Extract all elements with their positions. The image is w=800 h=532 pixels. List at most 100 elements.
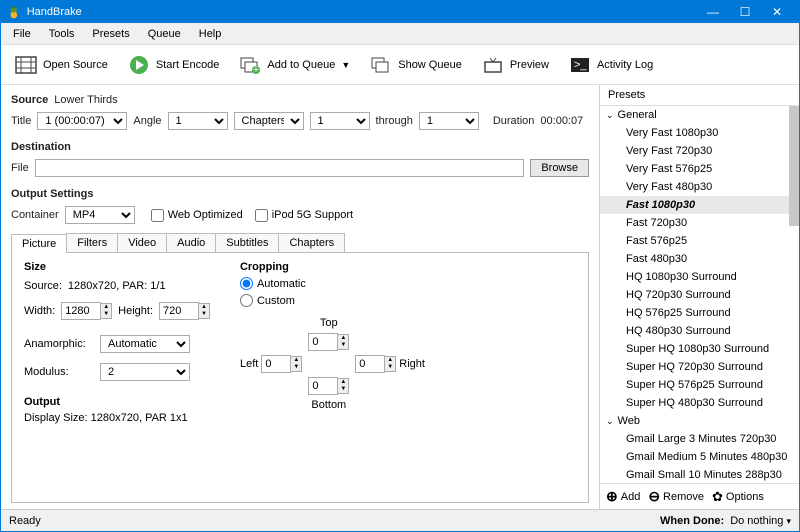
title-select[interactable]: 1 (00:00:07) bbox=[37, 112, 127, 130]
show-queue-button[interactable]: Show Queue bbox=[362, 51, 470, 79]
preview-label: Preview bbox=[510, 59, 549, 71]
web-optimized-checkbox[interactable]: Web Optimized bbox=[151, 209, 243, 222]
width-spinner[interactable]: ▲▼ bbox=[101, 303, 112, 319]
preset-item[interactable]: Very Fast 1080p30 bbox=[600, 124, 799, 142]
scrollbar-thumb[interactable] bbox=[789, 106, 799, 226]
presets-list[interactable]: ⌄GeneralVery Fast 1080p30Very Fast 720p3… bbox=[600, 106, 799, 483]
anamorphic-select[interactable]: Automatic bbox=[100, 335, 190, 353]
crop-automatic-radio[interactable]: Automatic bbox=[240, 277, 425, 290]
preset-item[interactable]: Fast 576p25 bbox=[600, 232, 799, 250]
file-label: File bbox=[11, 162, 29, 174]
crop-right-input[interactable] bbox=[355, 355, 385, 373]
preset-remove-button[interactable]: ⊖Remove bbox=[648, 488, 704, 505]
tab-audio[interactable]: Audio bbox=[166, 233, 216, 252]
preset-item[interactable]: Gmail Medium 5 Minutes 480p30 bbox=[600, 448, 799, 466]
queue-add-icon: + bbox=[239, 55, 261, 75]
menu-file[interactable]: File bbox=[5, 26, 39, 42]
add-to-queue-label: Add to Queue bbox=[267, 59, 335, 71]
preset-item[interactable]: Very Fast 480p30 bbox=[600, 178, 799, 196]
destination-label: Destination bbox=[11, 141, 71, 153]
crop-right-spinner[interactable]: ▲▼ bbox=[385, 356, 396, 372]
modulus-label: Modulus: bbox=[24, 366, 94, 378]
container-label: Container bbox=[11, 209, 59, 221]
start-encode-button[interactable]: Start Encode bbox=[120, 51, 228, 79]
preset-item[interactable]: Super HQ 480p30 Surround bbox=[600, 394, 799, 412]
tab-video[interactable]: Video bbox=[117, 233, 167, 252]
activity-log-button[interactable]: >_ Activity Log bbox=[561, 51, 661, 79]
preset-item[interactable]: Fast 480p30 bbox=[600, 250, 799, 268]
source-label: Source bbox=[11, 94, 48, 106]
preset-item[interactable]: HQ 1080p30 Surround bbox=[600, 268, 799, 286]
height-spinner[interactable]: ▲▼ bbox=[199, 303, 210, 319]
preset-item[interactable]: Fast 720p30 bbox=[600, 214, 799, 232]
show-queue-label: Show Queue bbox=[398, 59, 462, 71]
crop-left-spinner[interactable]: ▲▼ bbox=[291, 356, 302, 372]
when-done-label: When Done: bbox=[660, 515, 724, 527]
maximize-button[interactable]: ☐ bbox=[729, 5, 761, 19]
chevron-down-icon: ▾ bbox=[786, 516, 791, 526]
width-label: Width: bbox=[24, 305, 55, 317]
tab-chapters[interactable]: Chapters bbox=[278, 233, 345, 252]
duration-label: Duration bbox=[493, 115, 535, 127]
plus-icon: ⊕ bbox=[606, 488, 618, 505]
menu-tools[interactable]: Tools bbox=[41, 26, 83, 42]
crop-bottom-input[interactable] bbox=[308, 377, 338, 395]
crop-left-input[interactable] bbox=[261, 355, 291, 373]
chapter-to-select[interactable]: 1 bbox=[419, 112, 479, 130]
preset-item[interactable]: HQ 576p25 Surround bbox=[600, 304, 799, 322]
tab-picture[interactable]: Picture bbox=[11, 234, 67, 253]
tab-subtitles[interactable]: Subtitles bbox=[215, 233, 279, 252]
container-select[interactable]: MP4 bbox=[65, 206, 135, 224]
menu-help[interactable]: Help bbox=[191, 26, 230, 42]
angle-select[interactable]: 1 bbox=[168, 112, 228, 130]
ipod-checkbox[interactable]: iPod 5G Support bbox=[255, 209, 353, 222]
output-heading: Output bbox=[24, 396, 210, 408]
modulus-select[interactable]: 2 bbox=[100, 363, 190, 381]
menu-queue[interactable]: Queue bbox=[140, 26, 189, 42]
width-input[interactable] bbox=[61, 302, 101, 320]
chapter-from-select[interactable]: 1 bbox=[310, 112, 370, 130]
file-input[interactable] bbox=[35, 159, 525, 177]
presets-heading: Presets bbox=[600, 85, 799, 106]
preset-item[interactable]: HQ 720p30 Surround bbox=[600, 286, 799, 304]
crop-bottom-spinner[interactable]: ▲▼ bbox=[338, 378, 349, 394]
height-input[interactable] bbox=[159, 302, 199, 320]
crop-top-input[interactable] bbox=[308, 333, 338, 351]
minimize-button[interactable]: — bbox=[697, 5, 729, 19]
preset-item[interactable]: Super HQ 576p25 Surround bbox=[600, 376, 799, 394]
crop-custom-radio[interactable]: Custom bbox=[240, 294, 425, 307]
preset-item[interactable]: Gmail Large 3 Minutes 720p30 bbox=[600, 430, 799, 448]
activity-log-label: Activity Log bbox=[597, 59, 653, 71]
add-to-queue-button[interactable]: + Add to Queue ▼ bbox=[231, 51, 358, 79]
preset-item[interactable]: Fast 1080p30 bbox=[600, 196, 799, 214]
menu-presets[interactable]: Presets bbox=[84, 26, 137, 42]
presets-footer: ⊕Add ⊖Remove ✿Options bbox=[600, 483, 799, 509]
preset-options-button[interactable]: ✿Options bbox=[712, 489, 764, 505]
preset-item[interactable]: Super HQ 720p30 Surround bbox=[600, 358, 799, 376]
browse-button[interactable]: Browse bbox=[530, 159, 589, 177]
preset-group[interactable]: ⌄General bbox=[600, 106, 799, 124]
crop-top-spinner[interactable]: ▲▼ bbox=[338, 334, 349, 350]
preset-group[interactable]: ⌄Web bbox=[600, 412, 799, 430]
preset-item[interactable]: Gmail Small 10 Minutes 288p30 bbox=[600, 466, 799, 483]
title-label: Title bbox=[11, 115, 31, 127]
status-ready: Ready bbox=[9, 515, 660, 527]
open-source-button[interactable]: Open Source bbox=[7, 51, 116, 79]
preset-add-button[interactable]: ⊕Add bbox=[606, 488, 640, 505]
through-label: through bbox=[376, 115, 413, 127]
tab-filters[interactable]: Filters bbox=[66, 233, 118, 252]
when-done-value[interactable]: Do nothing ▾ bbox=[730, 515, 791, 527]
preset-item[interactable]: HQ 480p30 Surround bbox=[600, 322, 799, 340]
crop-top-label: Top bbox=[320, 317, 338, 329]
play-icon bbox=[128, 55, 150, 75]
preset-item[interactable]: Very Fast 720p30 bbox=[600, 142, 799, 160]
preset-item[interactable]: Very Fast 576p25 bbox=[600, 160, 799, 178]
picture-tab-body: Size Source: 1280x720, PAR: 1/1 Width: ▲… bbox=[11, 253, 589, 503]
range-type-select[interactable]: Chapters bbox=[234, 112, 304, 130]
size-heading: Size bbox=[24, 261, 210, 273]
content-area: Source Lower Thirds Title 1 (00:00:07) A… bbox=[1, 85, 799, 509]
preview-button[interactable]: Preview bbox=[474, 51, 557, 79]
close-button[interactable]: ✕ bbox=[761, 5, 793, 19]
source-value: Lower Thirds bbox=[54, 94, 117, 106]
preset-item[interactable]: Super HQ 1080p30 Surround bbox=[600, 340, 799, 358]
